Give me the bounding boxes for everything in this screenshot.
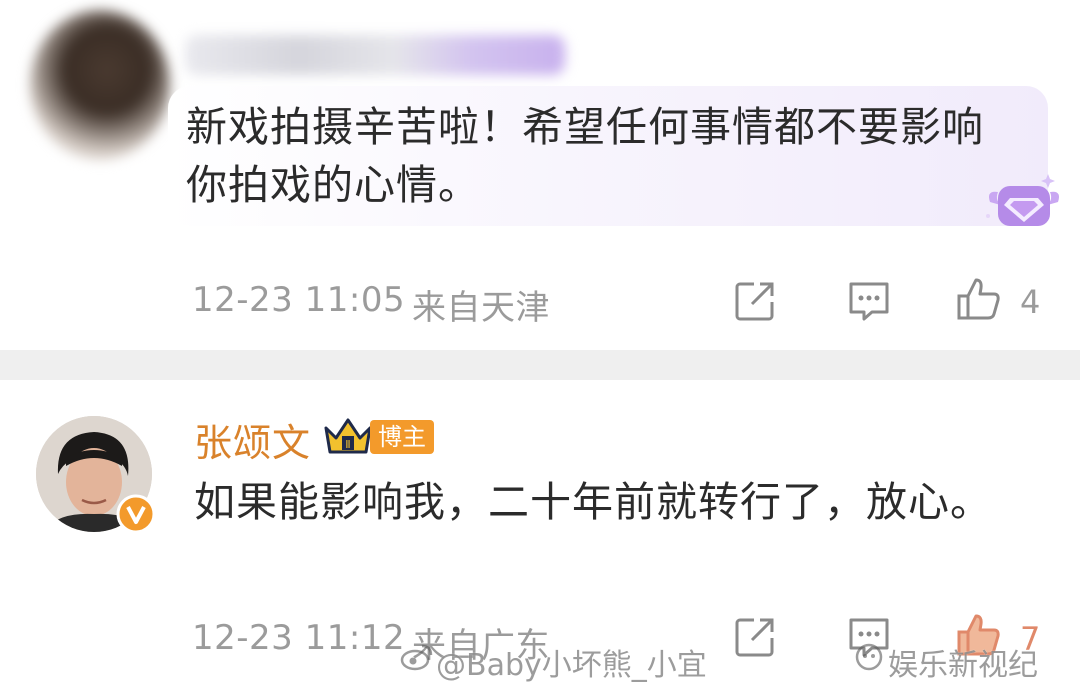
- comment-item: 新戏拍摄辛苦啦！希望任何事情都不要影响你拍戏的心情。 12-23 11:05 来…: [0, 0, 1080, 350]
- share-icon[interactable]: [732, 278, 778, 324]
- section-divider: [0, 350, 1080, 380]
- crown-icon: Ⅱ: [324, 418, 372, 454]
- comment-text: 新戏拍摄辛苦啦！希望任何事情都不要影响你拍戏的心情。: [186, 103, 984, 209]
- comment-timestamp: 12-23 11:05: [192, 280, 406, 320]
- comment-icon[interactable]: [846, 278, 892, 324]
- username-blurred[interactable]: [185, 35, 565, 75]
- source-logo-icon: [855, 643, 883, 671]
- blogger-badge: 博主: [370, 420, 434, 454]
- diamond-fan-badge-icon: [986, 174, 1059, 226]
- comment-text: 如果能影响我，二十年前就转行了，放心。: [194, 478, 992, 526]
- watermark-source: 娱乐新视纪: [888, 648, 1038, 683]
- verified-v-icon: [116, 494, 156, 534]
- username[interactable]: 张颂文: [194, 412, 311, 467]
- comment-location: 来自天津: [412, 288, 550, 328]
- share-icon[interactable]: [732, 614, 778, 660]
- avatar[interactable]: [30, 10, 170, 160]
- weibo-logo-icon: [400, 644, 433, 671]
- thumbs-up-icon[interactable]: [956, 276, 1002, 322]
- watermark-weibo-handle: @Baby小坏熊_小宜: [436, 648, 707, 683]
- comment-timestamp: 12-23 11:12: [192, 618, 406, 658]
- like-count: 4: [1020, 283, 1041, 321]
- svg-text:Ⅱ: Ⅱ: [345, 438, 350, 451]
